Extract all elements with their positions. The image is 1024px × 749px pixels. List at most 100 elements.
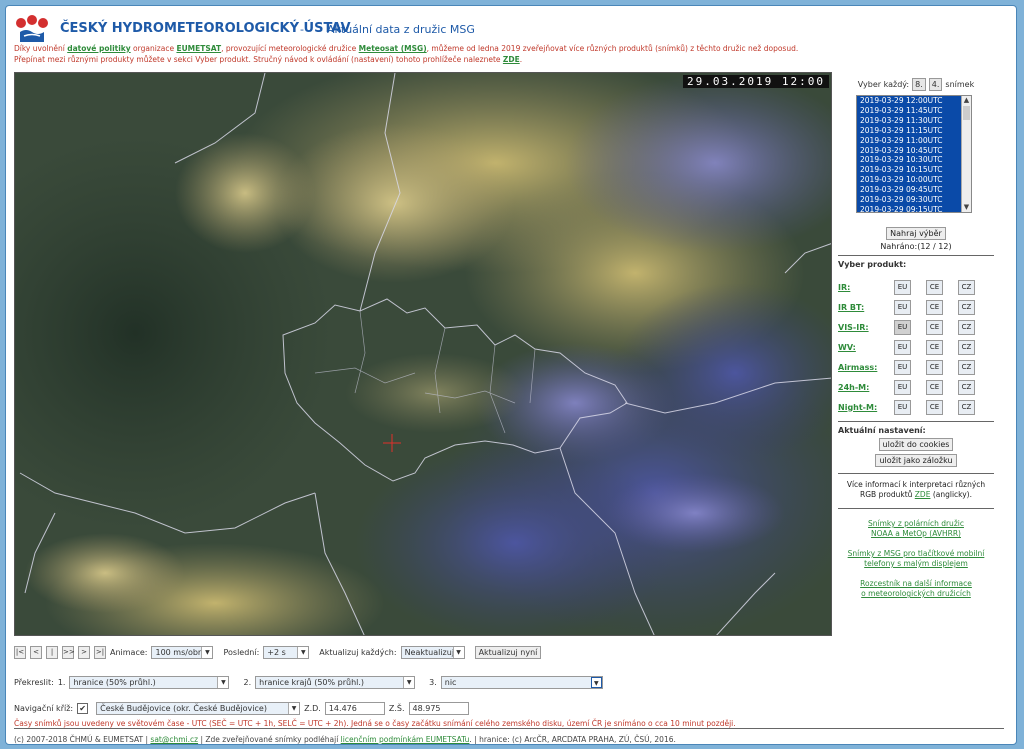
product-eu-button[interactable]: EU <box>894 359 911 375</box>
chmu-logo-icon[interactable] <box>14 14 50 44</box>
overlay-3-select[interactable]: nic ▼ <box>440 676 603 689</box>
product-ir-link[interactable]: IR: <box>838 283 894 292</box>
every-8-button[interactable]: 8. <box>912 78 926 91</box>
product-eu-button-selected[interactable]: EU <box>894 319 911 335</box>
load-selection-button[interactable]: Nahraj výběr <box>886 227 946 240</box>
frame-item[interactable]: 2019-03-29 10:00UTC <box>857 175 971 185</box>
update-interval-value: Neaktualizuj <box>404 648 455 657</box>
latitude-label: Z.Š. <box>388 704 405 713</box>
product-eu-button[interactable]: EU <box>894 339 911 355</box>
link-line: Snímky z polárních družic <box>868 519 964 528</box>
header: ČESKÝ HYDROMETEOROLOGICKÝ ÚSTAV - Aktuál… <box>12 12 1012 42</box>
animation-label: Animace: <box>110 648 148 657</box>
next-frame-button[interactable]: > <box>78 646 90 659</box>
product-airmass-link[interactable]: Airmass: <box>838 363 894 372</box>
notice-text: . <box>519 55 523 64</box>
rgb-info: Více informací k interpretaci různých RG… <box>838 480 994 500</box>
frame-list[interactable]: 2019-03-29 12:00UTC 2019-03-29 11:45UTC … <box>856 95 972 213</box>
guide-link[interactable]: ZDE <box>503 55 520 64</box>
first-frame-button[interactable]: |< <box>14 646 26 659</box>
update-label: Aktualizuj každých: <box>319 648 397 657</box>
last-frame-button[interactable]: >| <box>94 646 106 659</box>
more-info-link[interactable]: Rozcestník na další informace o meteorol… <box>838 579 994 599</box>
product-ce-button[interactable]: CE <box>926 339 943 355</box>
frame-item[interactable]: 2019-03-29 10:45UTC <box>857 146 971 156</box>
link-line: Snímky z MSG pro tlačítkové mobilní <box>847 549 985 558</box>
notice-text: Přepínat mezi různými produkty můžete v … <box>14 55 503 64</box>
product-ce-button[interactable]: CE <box>926 399 943 415</box>
product-cz-button[interactable]: CZ <box>958 339 975 355</box>
frame-list-scrollbar[interactable]: ▲ ▼ <box>961 96 971 212</box>
product-cz-button[interactable]: CZ <box>958 279 975 295</box>
product-cz-button[interactable]: CZ <box>958 319 975 335</box>
frame-item[interactable]: 2019-03-29 10:15UTC <box>857 165 971 175</box>
save-cookies-button[interactable]: uložit do cookies <box>878 438 954 451</box>
longitude-input[interactable]: 14.476 <box>324 702 385 715</box>
frame-item[interactable]: 2019-03-29 09:15UTC <box>857 205 971 212</box>
overlay-1-select[interactable]: hranice (50% průhl.) ▼ <box>69 676 230 689</box>
product-eu-button[interactable]: EU <box>894 279 911 295</box>
product-ce-button[interactable]: CE <box>926 359 943 375</box>
satellite-image[interactable]: 29.03.2019 12:00 <box>14 72 832 636</box>
last-label: Poslední: <box>223 648 260 657</box>
frame-item[interactable]: 2019-03-29 09:45UTC <box>857 185 971 195</box>
frame-item[interactable]: 2019-03-29 11:30UTC <box>857 116 971 126</box>
product-ce-button[interactable]: CE <box>926 319 943 335</box>
stop-button[interactable]: | <box>46 646 58 659</box>
product-cz-button[interactable]: CZ <box>958 299 975 315</box>
image-timestamp: 29.03.2019 12:00 <box>683 75 829 88</box>
footer-text: . | hranice: (c) ArcČR, ARCDATA PRAHA, Z… <box>469 735 676 744</box>
polar-satellites-link[interactable]: Snímky z polárních družic NOAA a MetOp (… <box>838 519 994 539</box>
scroll-thumb[interactable] <box>963 106 970 120</box>
prev-frame-button[interactable]: < <box>30 646 42 659</box>
product-cz-button[interactable]: CZ <box>958 399 975 415</box>
product-cz-button[interactable]: CZ <box>958 359 975 375</box>
rgb-info-link[interactable]: ZDE <box>915 490 931 499</box>
frame-item[interactable]: 2019-03-29 11:00UTC <box>857 136 971 146</box>
frame-item[interactable]: 2019-03-29 09:30UTC <box>857 195 971 205</box>
product-ce-button[interactable]: CE <box>926 379 943 395</box>
scroll-down-icon[interactable]: ▼ <box>962 203 971 212</box>
email-link[interactable]: sat@chmi.cz <box>150 735 198 744</box>
site-title[interactable]: ČESKÝ HYDROMETEOROLOGICKÝ ÚSTAV <box>60 21 351 36</box>
frame-item[interactable]: 2019-03-29 11:15UTC <box>857 126 971 136</box>
footer-text: (c) 2007-2018 ČHMÚ & EUMETSAT | <box>14 735 151 744</box>
frame-item[interactable]: 2019-03-29 10:30UTC <box>857 155 971 165</box>
page-subtitle: Aktuální data z družic MSG <box>327 23 475 36</box>
play-button[interactable]: >> <box>62 646 75 659</box>
location-value: České Budějovice (okr. České Budějovice) <box>100 704 267 713</box>
mobile-version-link[interactable]: Snímky z MSG pro tlačítkové mobilní tele… <box>838 549 994 569</box>
eumetsat-link[interactable]: EUMETSAT <box>176 44 221 53</box>
frame-item[interactable]: 2019-03-29 12:00UTC <box>857 96 971 106</box>
product-eu-button[interactable]: EU <box>894 299 911 315</box>
playback-row: |< < | >> > >| Animace: 100 ms/obr ▼ Posl… <box>14 646 542 659</box>
every-4-button[interactable]: 4. <box>928 78 943 91</box>
latitude-input[interactable]: 48.975 <box>408 702 469 715</box>
update-interval-select[interactable]: Neaktualizuj ▼ <box>400 646 465 659</box>
license-link[interactable]: licenčním podmínkám EUMETSATu <box>341 735 470 744</box>
crosshair-checkbox[interactable]: ✔ <box>77 703 89 714</box>
product-cz-button[interactable]: CZ <box>958 379 975 395</box>
settings-heading: Aktuální nastavení: <box>838 426 926 435</box>
product-wv-link[interactable]: WV: <box>838 343 894 352</box>
overlay-2-select[interactable]: hranice krajů (50% průhl.) ▼ <box>255 676 416 689</box>
frame-item[interactable]: 2019-03-29 11:45UTC <box>857 106 971 116</box>
chevron-down-icon: ▼ <box>288 703 300 714</box>
product-nightm-link[interactable]: Night-M: <box>838 403 894 412</box>
product-ce-button[interactable]: CE <box>926 279 943 295</box>
product-24hm-link[interactable]: 24h-M: <box>838 383 894 392</box>
product-irbt-link[interactable]: IR BT: <box>838 303 894 312</box>
product-visir-link[interactable]: VIS-IR: <box>838 323 894 332</box>
product-eu-button[interactable]: EU <box>894 379 911 395</box>
last-frame-delay-select[interactable]: +2 s ▼ <box>263 646 310 659</box>
data-policy-link[interactable]: datové politiky <box>67 44 130 53</box>
meteosat-link[interactable]: Meteosat (MSG) <box>359 44 427 53</box>
update-now-button[interactable]: Aktualizuj nyní <box>474 646 542 659</box>
rgb-info-text: RGB produktů <box>860 490 915 499</box>
animation-speed-select[interactable]: 100 ms/obr ▼ <box>151 646 214 659</box>
product-ce-button[interactable]: CE <box>926 299 943 315</box>
save-bookmark-button[interactable]: uložit jako záložku <box>875 454 957 467</box>
scroll-up-icon[interactable]: ▲ <box>962 96 971 105</box>
product-eu-button[interactable]: EU <box>894 399 911 415</box>
location-select[interactable]: České Budějovice (okr. České Budějovice)… <box>96 702 301 715</box>
